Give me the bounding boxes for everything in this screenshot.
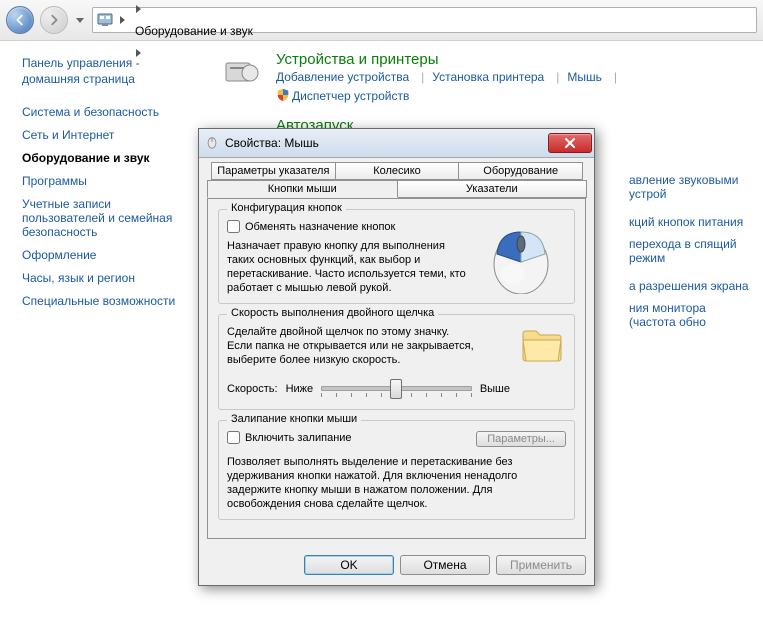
button-config-group: Конфигурация кнопок Обменять назначение … bbox=[218, 209, 575, 304]
apply-button: Применить bbox=[496, 555, 586, 575]
category-link[interactable]: Мышь bbox=[567, 70, 602, 84]
category-link[interactable]: Добавление устройства bbox=[276, 70, 409, 84]
speed-label: Скорость: bbox=[227, 383, 278, 395]
nav-toolbar: Панель управленияОборудование и звук bbox=[0, 0, 763, 41]
category-link[interactable]: Диспетчер устройств bbox=[292, 89, 409, 103]
speed-low-label: Ниже bbox=[286, 383, 314, 395]
double-click-speed-group: Скорость выполнения двойного щелчка Сдел… bbox=[218, 314, 575, 410]
mouse-illustration bbox=[476, 220, 566, 295]
home-link[interactable]: Панель управления - домашняя страница bbox=[22, 55, 181, 87]
tab[interactable]: Указатели bbox=[397, 180, 588, 198]
sidebar-item[interactable]: Система и безопасность bbox=[22, 105, 181, 119]
category-link[interactable]: кций кнопок питания bbox=[629, 215, 743, 229]
breadcrumb-chevron[interactable] bbox=[131, 0, 145, 20]
swap-buttons-hint: Назначает правую кнопку для выполнения т… bbox=[227, 239, 468, 295]
category-title[interactable]: Устройства и принтеры bbox=[276, 51, 753, 68]
tab[interactable]: Оборудование bbox=[458, 162, 583, 180]
sidebar-item[interactable]: Учетные записи пользователей и семейная … bbox=[22, 197, 181, 239]
click-lock-hint: Позволяет выполнять выделение и перетаск… bbox=[227, 455, 566, 511]
tab[interactable]: Колесико bbox=[335, 162, 460, 180]
tab[interactable]: Кнопки мыши bbox=[207, 180, 398, 198]
dialog-titlebar[interactable]: Свойства: Мышь bbox=[199, 129, 594, 158]
forward-button[interactable] bbox=[40, 6, 68, 34]
sidebar-item[interactable]: Программы bbox=[22, 174, 181, 188]
sidebar-item[interactable]: Специальные возможности bbox=[22, 294, 181, 308]
sidebar: Панель управления - домашняя страница Си… bbox=[0, 41, 195, 629]
back-button[interactable] bbox=[6, 6, 34, 34]
click-lock-params-button: Параметры... bbox=[476, 431, 566, 447]
folder-test-icon[interactable] bbox=[518, 325, 566, 365]
breadcrumb-bar[interactable]: Панель управленияОборудование и звук bbox=[92, 7, 757, 33]
cancel-button[interactable]: Отмена bbox=[400, 555, 490, 575]
category-icon bbox=[220, 51, 262, 93]
ok-button[interactable]: OK bbox=[304, 555, 394, 575]
swap-buttons-checkbox[interactable]: Обменять назначение кнопок bbox=[227, 220, 468, 233]
group-legend: Скорость выполнения двойного щелчка bbox=[227, 307, 438, 319]
group-legend: Конфигурация кнопок bbox=[227, 202, 346, 214]
slider-thumb[interactable] bbox=[390, 379, 402, 399]
dialog-title: Свойства: Мышь bbox=[225, 136, 542, 150]
speed-high-label: Выше bbox=[480, 383, 510, 395]
click-lock-input[interactable] bbox=[227, 431, 240, 444]
dialog-button-row: OK Отмена Применить bbox=[199, 547, 594, 585]
category-link[interactable]: авление звуковыми устрой bbox=[629, 173, 738, 201]
category-link[interactable]: а разрешения экрана bbox=[629, 279, 749, 293]
breadcrumb-root-chevron[interactable] bbox=[115, 9, 129, 31]
speed-slider[interactable] bbox=[321, 377, 472, 401]
breadcrumb-item[interactable]: Оборудование и звук bbox=[131, 20, 257, 42]
sidebar-item[interactable]: Оформление bbox=[22, 248, 181, 262]
category-link[interactable]: перехода в спящий режим bbox=[629, 237, 737, 265]
tab[interactable]: Параметры указателя bbox=[211, 162, 336, 180]
speed-hint: Сделайте двойной щелчок по этому значку.… bbox=[227, 325, 477, 367]
tab-panel-buttons: Конфигурация кнопок Обменять назначение … bbox=[207, 198, 586, 539]
category-link[interactable]: ния монитора (частота обно bbox=[629, 301, 706, 329]
group-legend: Залипание кнопки мыши bbox=[227, 413, 361, 425]
history-dropdown[interactable] bbox=[74, 11, 86, 29]
sidebar-item[interactable]: Оборудование и звук bbox=[22, 151, 181, 165]
sidebar-item[interactable]: Сеть и Интернет bbox=[22, 128, 181, 142]
sidebar-item[interactable]: Часы, язык и регион bbox=[22, 271, 181, 285]
swap-buttons-label: Обменять назначение кнопок bbox=[245, 221, 395, 233]
swap-buttons-input[interactable] bbox=[227, 220, 240, 233]
close-button[interactable] bbox=[548, 133, 592, 153]
click-lock-checkbox[interactable]: Включить залипание bbox=[227, 431, 352, 444]
mouse-properties-dialog: Свойства: Мышь Параметры указателяКолеси… bbox=[198, 128, 595, 586]
control-panel-icon bbox=[97, 12, 113, 28]
category-link[interactable]: Установка принтера bbox=[432, 70, 544, 84]
category: Устройства и принтеры Добавление устройст… bbox=[220, 51, 753, 103]
click-lock-label: Включить залипание bbox=[245, 432, 352, 444]
mouse-icon bbox=[205, 135, 219, 152]
click-lock-group: Залипание кнопки мыши Включить залипание… bbox=[218, 420, 575, 520]
